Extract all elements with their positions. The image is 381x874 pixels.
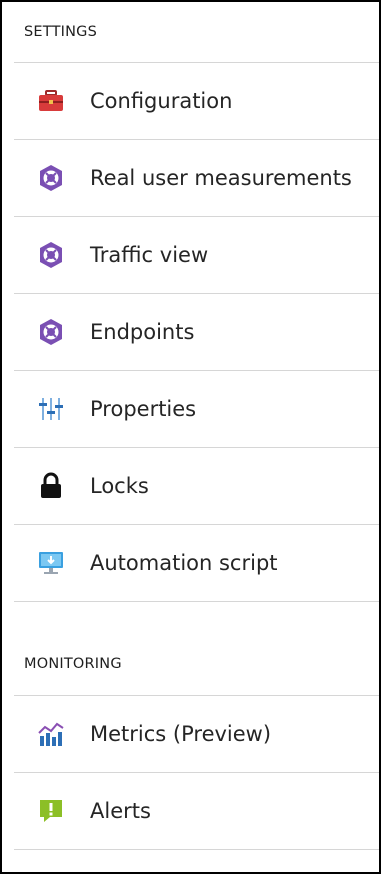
monitoring-section-header: MONITORING [24, 656, 122, 672]
menu-item-label: Alerts [90, 799, 151, 823]
menu-item-traffic-view[interactable]: Traffic view [2, 217, 379, 293]
menu-item-label: Configuration [90, 89, 233, 113]
menu-item-alerts[interactable]: Alerts [2, 773, 379, 849]
settings-section-header: SETTINGS [24, 24, 97, 40]
properties-sliders-icon [36, 394, 66, 424]
divider [14, 849, 379, 850]
settings-panel: SETTINGS Configuration Real user measure… [0, 0, 381, 874]
metrics-chart-icon [36, 719, 66, 749]
menu-item-endpoints[interactable]: Endpoints [2, 294, 379, 370]
traffic-manager-icon [36, 317, 66, 347]
toolbox-icon [36, 86, 66, 116]
menu-item-automation-script[interactable]: Automation script [2, 525, 379, 601]
alert-icon [36, 796, 66, 826]
menu-item-label: Traffic view [90, 243, 209, 267]
menu-item-locks[interactable]: Locks [2, 448, 379, 524]
menu-item-label: Locks [90, 474, 149, 498]
lock-icon [36, 471, 66, 501]
menu-item-properties[interactable]: Properties [2, 371, 379, 447]
menu-item-configuration[interactable]: Configuration [2, 63, 379, 139]
automation-monitor-icon [36, 548, 66, 578]
menu-item-label: Metrics (Preview) [90, 722, 272, 746]
menu-item-real-user-measurements[interactable]: Real user measurements [2, 140, 379, 216]
traffic-manager-icon [36, 163, 66, 193]
traffic-manager-icon [36, 240, 66, 270]
menu-item-label: Real user measurements [90, 166, 352, 190]
menu-item-label: Properties [90, 397, 197, 421]
menu-item-label: Endpoints [90, 320, 195, 344]
menu-item-metrics-preview[interactable]: Metrics (Preview) [2, 696, 379, 772]
menu-item-label: Automation script [90, 551, 278, 575]
